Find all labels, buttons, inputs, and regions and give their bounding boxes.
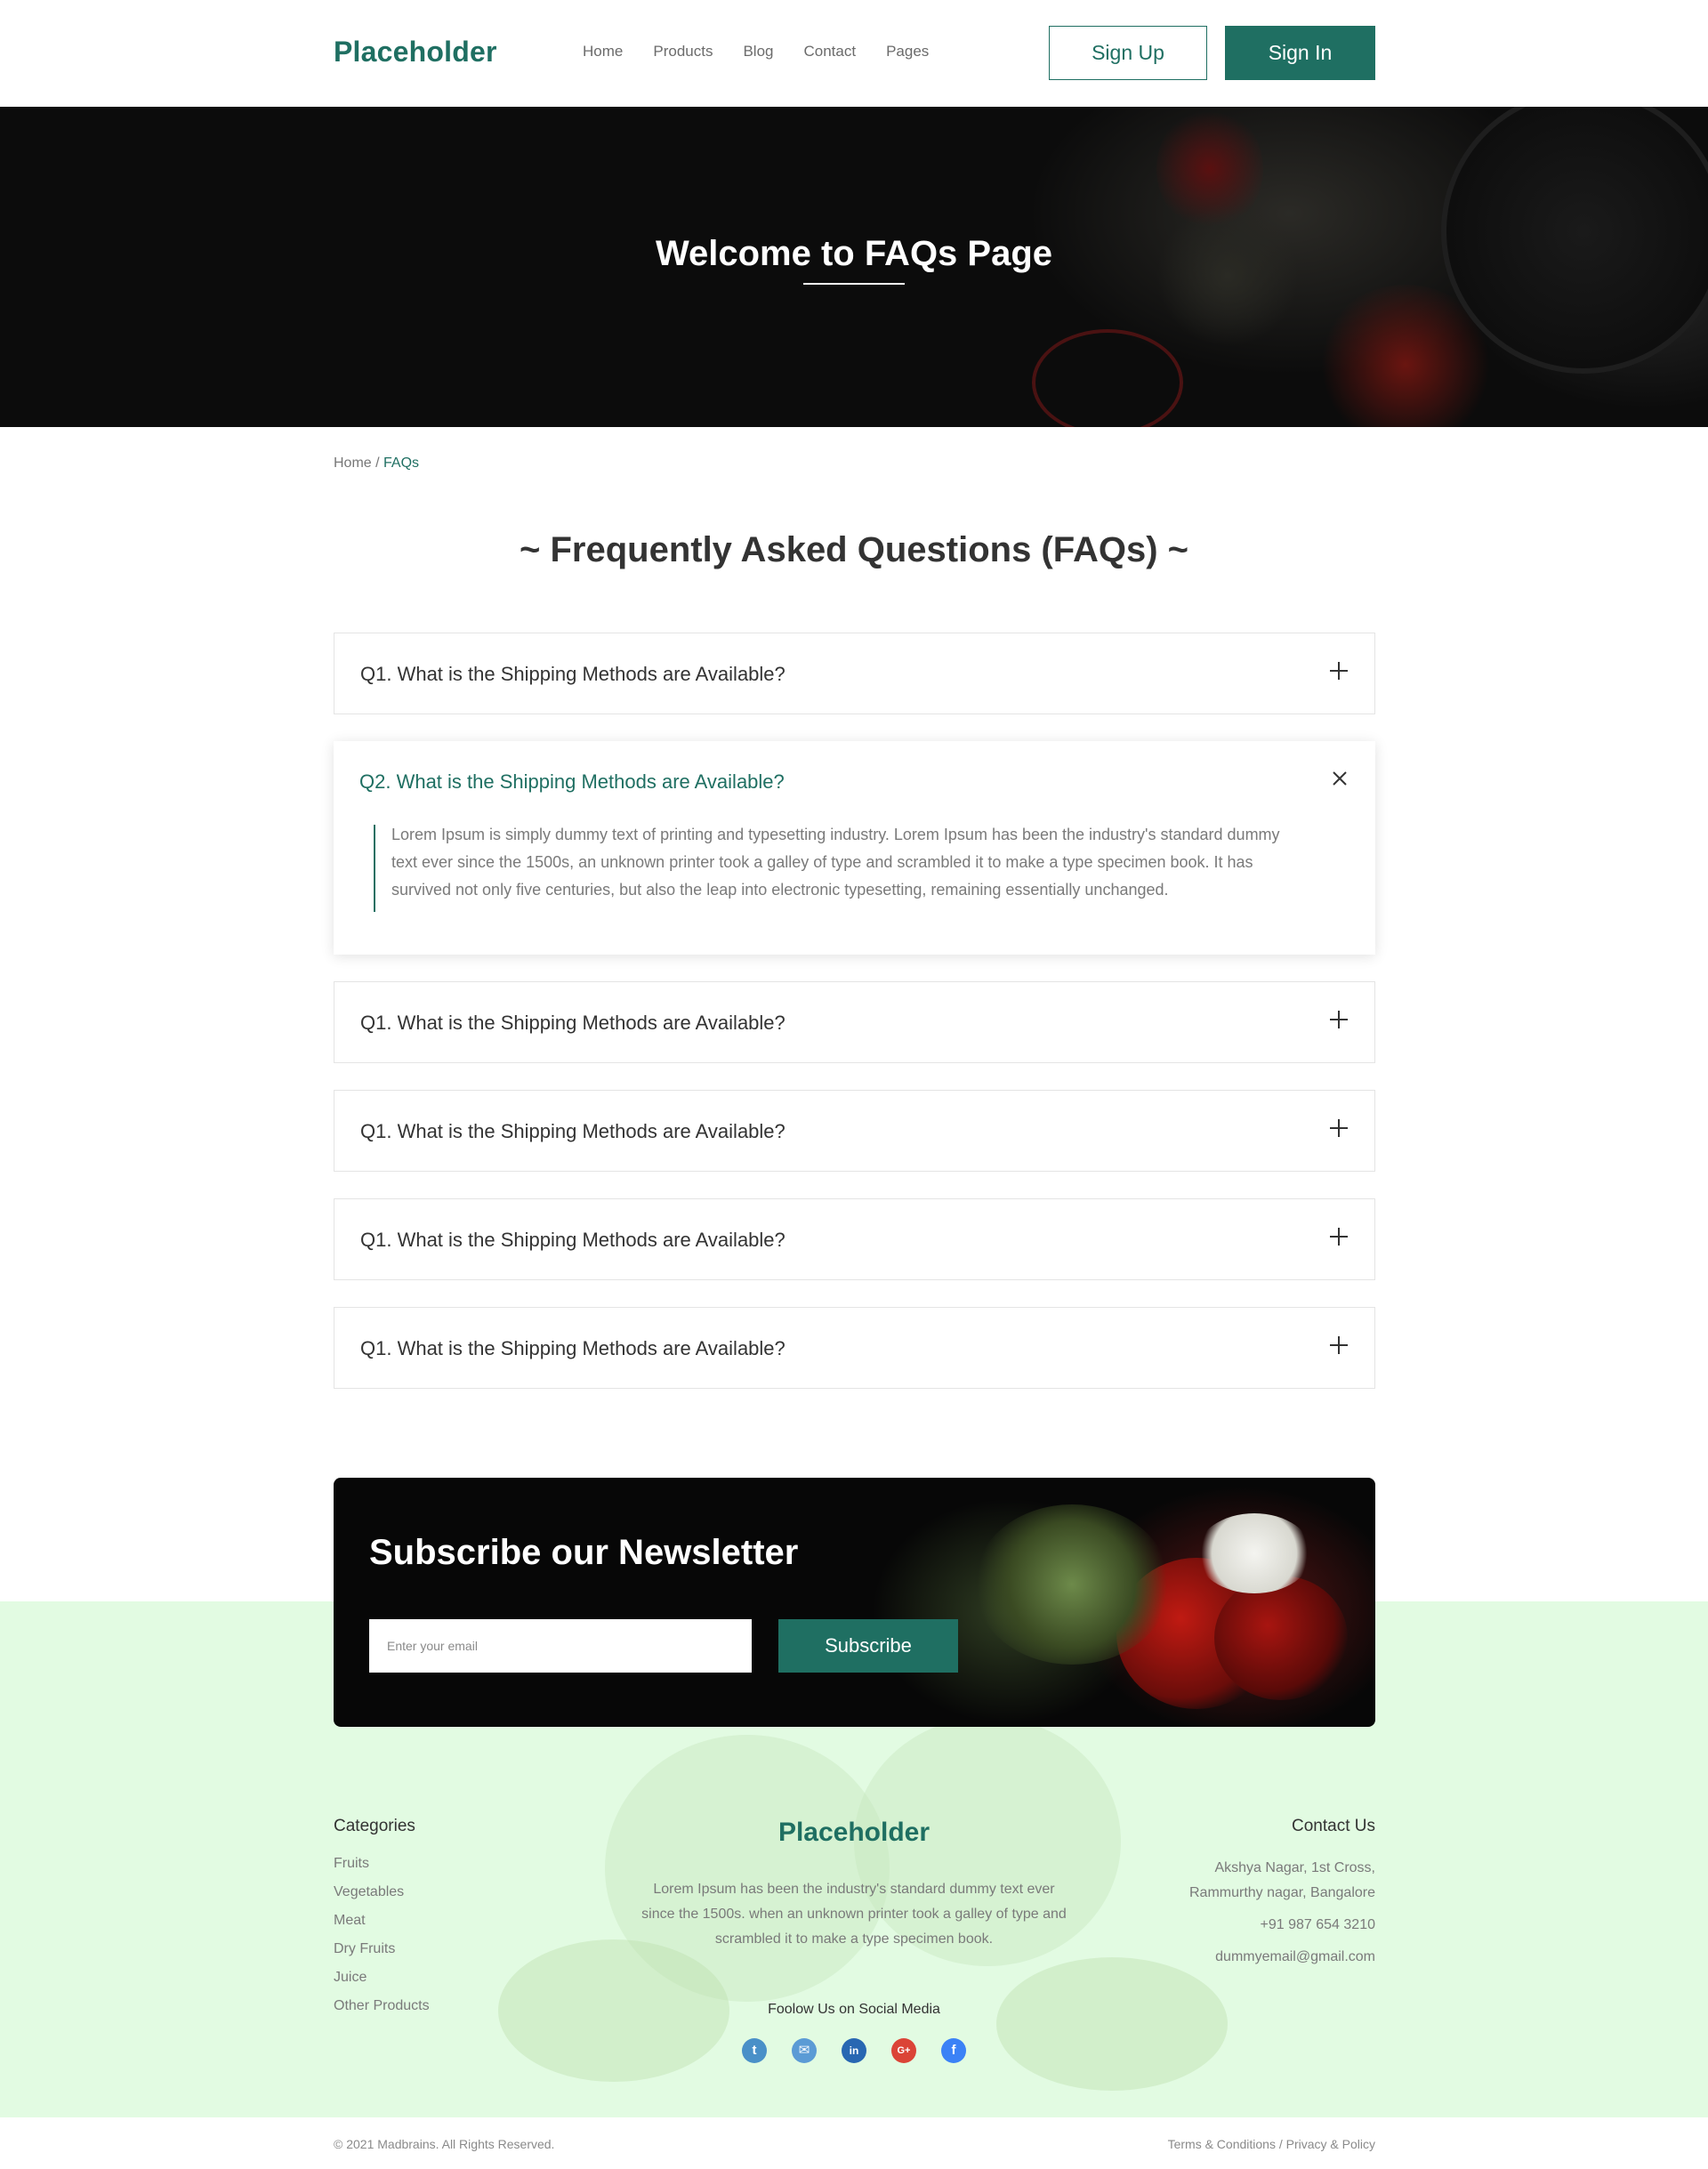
linkedin-icon[interactable]: in (842, 2038, 866, 2063)
terms-link[interactable]: Terms & Conditions (1168, 2137, 1276, 2151)
footer-logo[interactable]: Placeholder (0, 1818, 1708, 1848)
greens-decoration (974, 1504, 1170, 1665)
faq-item[interactable]: Q1. What is the Shipping Methods are Ava… (334, 1307, 1375, 1389)
site-header: Placeholder Home Products Blog Contact P… (0, 0, 1708, 107)
category-link[interactable]: Fruits (334, 1856, 430, 1884)
faq-item[interactable]: Q1. What is the Shipping Methods are Ava… (334, 1090, 1375, 1172)
faq-answer: Lorem Ipsum is simply dummy text of prin… (391, 826, 1280, 899)
follow-us-label: Foolow Us on Social Media (768, 2002, 940, 2017)
google-plus-icon[interactable]: G+ (891, 2038, 916, 2063)
nav-contact[interactable]: Contact (803, 43, 856, 60)
breadcrumb-separator: / (371, 456, 384, 471)
pepper-decoration (1214, 1576, 1348, 1700)
sign-up-button[interactable]: Sign Up (1049, 26, 1207, 80)
breadcrumb-home[interactable]: Home (334, 456, 372, 471)
sign-in-button[interactable]: Sign In (1225, 26, 1375, 80)
nav-blog[interactable]: Blog (743, 43, 773, 60)
faq-heading: ~ Frequently Asked Questions (FAQs) ~ (519, 530, 1189, 569)
legal-links: Terms & Conditions / Privacy & Policy (1168, 2137, 1375, 2151)
nav-home[interactable]: Home (583, 43, 623, 60)
faq-question[interactable]: Q1. What is the Shipping Methods are Ava… (360, 1120, 786, 1143)
bowl-decoration (1196, 1513, 1312, 1593)
newsletter-banner: Subscribe our Newsletter Subscribe (334, 1478, 1375, 1727)
facebook-icon[interactable]: f (941, 2038, 966, 2063)
address-line-1: Akshya Nagar, 1st Cross, (1214, 1860, 1375, 1875)
breadcrumb-current: FAQs (383, 456, 420, 471)
main-nav: Home Products Blog Contact Pages (583, 43, 929, 60)
bottom-bar: © 2021 Madbrains. All Rights Reserved. T… (0, 2117, 1708, 2169)
faq-question[interactable]: Q1. What is the Shipping Methods are Ava… (360, 663, 786, 686)
newsletter-title: Subscribe our Newsletter (369, 1533, 799, 1572)
faq-question[interactable]: Q1. What is the Shipping Methods are Ava… (360, 1337, 786, 1360)
newsletter-email-input[interactable] (369, 1619, 752, 1673)
legal-separator: / (1275, 2137, 1286, 2151)
nav-pages[interactable]: Pages (886, 43, 929, 60)
answer-accent-bar (374, 825, 375, 912)
hero-decoration (1032, 329, 1183, 427)
faq-item-open[interactable]: Q2. What is the Shipping Methods are Ava… (334, 741, 1375, 955)
copyright: © 2021 Madbrains. All Rights Reserved. (334, 2137, 555, 2151)
twitter-icon[interactable]: t (742, 2038, 767, 2063)
breadcrumb: Home / FAQs (334, 456, 419, 472)
plus-icon[interactable] (1328, 660, 1349, 681)
category-link[interactable]: Dry Fruits (334, 1941, 430, 1970)
plus-icon[interactable] (1328, 1226, 1349, 1247)
faq-item[interactable]: Q1. What is the Shipping Methods are Ava… (334, 981, 1375, 1063)
category-link[interactable]: Meat (334, 1913, 430, 1941)
plus-icon[interactable] (1328, 1334, 1349, 1356)
address-line-2: Rammurthy nagar, Bangalore (1189, 1885, 1375, 1900)
social-links: t ✉ in G+ f (742, 2038, 966, 2063)
subscribe-button[interactable]: Subscribe (778, 1619, 958, 1673)
hero-underline (803, 283, 905, 285)
email-address[interactable]: dummyemail@gmail.com (1189, 1945, 1375, 1970)
category-link[interactable]: Vegetables (334, 1884, 430, 1913)
privacy-link[interactable]: Privacy & Policy (1286, 2137, 1375, 2151)
contact-title: Contact Us (1292, 1817, 1375, 1835)
hero-banner: Welcome to FAQs Page (0, 107, 1708, 427)
category-link[interactable]: Juice (334, 1970, 430, 1998)
hero-decoration (1156, 205, 1299, 347)
plus-icon[interactable] (1328, 1009, 1349, 1030)
footer-description: Lorem Ipsum has been the industry's stan… (641, 1882, 1067, 1947)
faq-question[interactable]: Q1. What is the Shipping Methods are Ava… (360, 1229, 786, 1252)
phone-number[interactable]: +91 987 654 3210 (1189, 1913, 1375, 1938)
close-icon[interactable] (1329, 768, 1350, 789)
nav-products[interactable]: Products (653, 43, 713, 60)
faq-question[interactable]: Q2. What is the Shipping Methods are Ava… (359, 770, 785, 794)
hero-title: Welcome to FAQs Page (655, 234, 1053, 273)
faq-question[interactable]: Q1. What is the Shipping Methods are Ava… (360, 1012, 786, 1035)
faq-item[interactable]: Q1. What is the Shipping Methods are Ava… (334, 1198, 1375, 1280)
faq-item[interactable]: Q1. What is the Shipping Methods are Ava… (334, 633, 1375, 714)
mail-icon[interactable]: ✉ (792, 2038, 817, 2063)
plus-icon[interactable] (1328, 1117, 1349, 1139)
contact-info: Akshya Nagar, 1st Cross, Rammurthy nagar… (1189, 1856, 1375, 1970)
footer-decoration (996, 1957, 1228, 2091)
site-logo[interactable]: Placeholder (334, 36, 497, 69)
